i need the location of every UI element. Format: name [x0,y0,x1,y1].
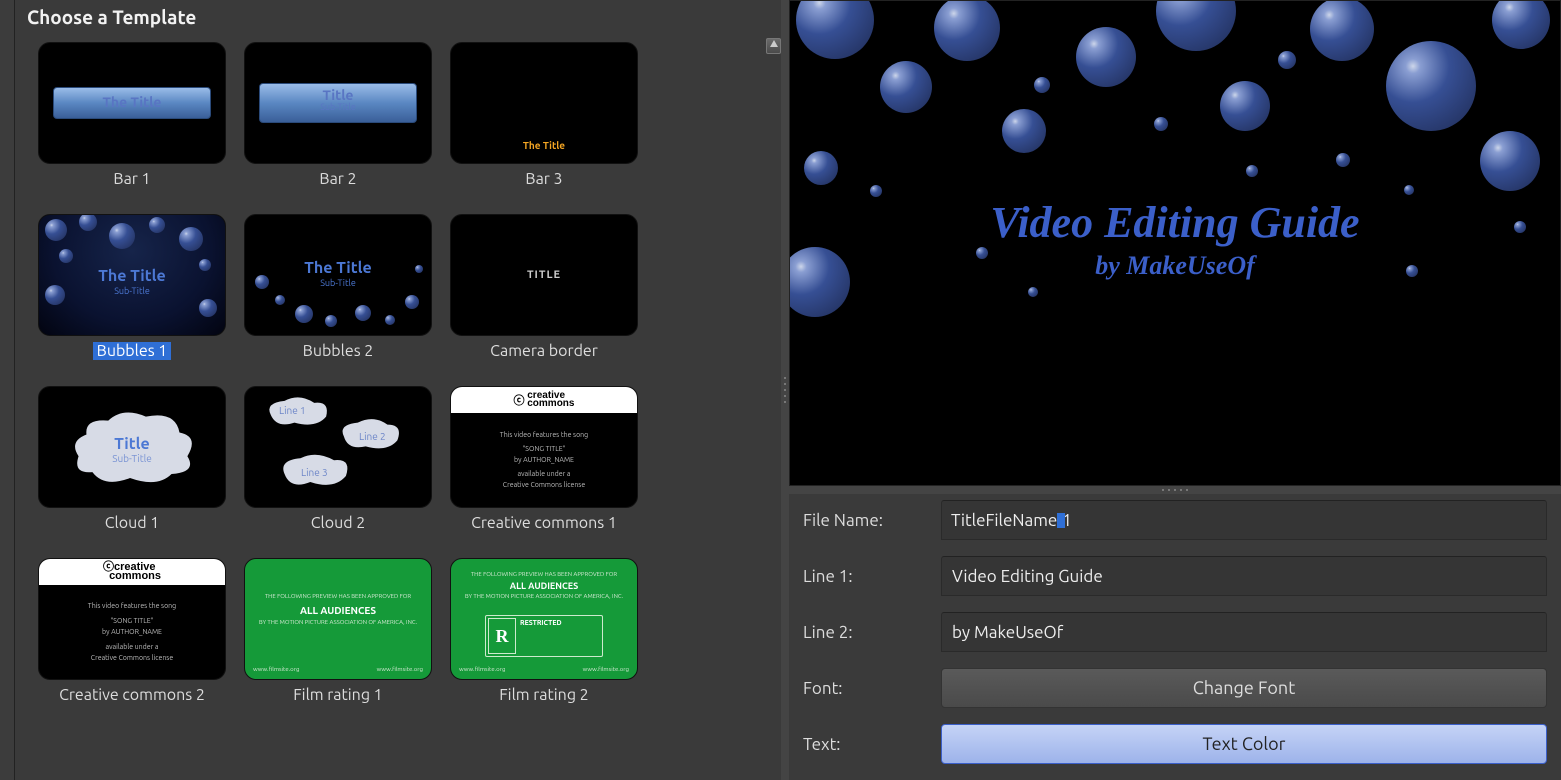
thumb-subtitle: Sub-Title [39,286,225,296]
fr-line: www.filmsite.org [459,666,505,673]
fr-line: ALL AUDIENCES [255,605,421,616]
rating-letter: R [488,618,516,654]
thumb-title: Title [39,435,225,453]
template-label: Cloud 1 [101,514,164,532]
template-label: Camera border [486,342,602,360]
fr-line: www.filmsite.org [253,666,299,673]
cc-line: "SONG TITLE" [522,444,565,455]
template-item-bar-2[interactable]: Title Sub-Title Bar 2 [239,42,437,188]
cc-line: by AUTHOR_NAME [514,455,574,466]
template-item-bubbles-2[interactable]: The Title Sub-Title Bubbles 2 [239,214,437,360]
template-item-creative-commons-1[interactable]: ⓒ creativecommons This video features th… [445,386,643,532]
template-item-film-rating-1[interactable]: THE FOLLOWING PREVIEW HAS BEEN APPROVED … [239,558,437,704]
template-scrollbar[interactable] [766,38,781,778]
template-item-bar-1[interactable]: The Title Bar 1 [33,42,231,188]
template-label: Creative commons 2 [55,686,209,704]
preview-panel: Video Editing Guide by MakeUseOf File Na… [789,0,1561,780]
template-item-film-rating-2[interactable]: THE FOLLOWING PREVIEW HAS BEEN APPROVED … [445,558,643,704]
thumb-title: The Title [39,94,225,110]
font-label: Font: [803,679,933,698]
template-label: Bar 2 [315,170,360,188]
cc-line: available under a [106,642,159,653]
template-item-camera-border[interactable]: TITLE Camera border [445,214,643,360]
fr-line: ALL AUDIENCES [461,581,627,591]
preview-title: Video Editing Guide [790,197,1560,248]
thumb-line2: Line 2 [359,431,386,442]
fr-line: THE FOLLOWING PREVIEW HAS BEEN APPROVED … [461,571,627,578]
template-label: Film rating 1 [289,686,386,704]
thumb-title: The Title [451,140,637,151]
fr-line: THE FOLLOWING PREVIEW HAS BEEN APPROVED … [255,593,421,600]
line1-input[interactable] [941,556,1547,596]
template-item-bar-3[interactable]: The Title Bar 3 [445,42,643,188]
thumb-subtitle: Sub-Title [245,102,431,112]
horizontal-splitter[interactable] [789,486,1561,494]
template-grid: The Title Bar 1 Title Sub-Title Bar 2 [33,34,779,704]
cc-line: available under a [518,469,571,480]
panel-title: Choose a Template [15,0,781,34]
template-label: Bar 3 [521,170,566,188]
template-item-creative-commons-2[interactable]: ⓒcreative commons This video features th… [33,558,231,704]
template-panel: Choose a Template The Title Bar 1 Title [15,0,781,780]
preview-subtitle: by MakeUseOf [790,251,1560,281]
rating-text: RESTRICTED [520,619,562,627]
vertical-splitter[interactable] [781,0,789,780]
line1-label: Line 1: [803,567,933,586]
template-label: Creative commons 1 [467,514,621,532]
file-name-label: File Name: [803,511,933,530]
fr-line: www.filmsite.org [583,666,629,673]
left-tool-strip [0,0,15,780]
template-item-bubbles-1[interactable]: The Title Sub-Title Bubbles 1 [33,214,231,360]
cc-line: by AUTHOR_NAME [102,627,162,638]
thumb-subtitle: Sub-Title [39,453,225,464]
template-item-cloud-2[interactable]: Line 1 Line 2 Line 3 Cloud 2 [239,386,437,532]
fr-line: BY THE MOTION PICTURE ASSOCIATION OF AME… [255,619,421,626]
cc-line: This video features the song [500,430,588,441]
template-label: Bubbles 2 [299,342,378,360]
file-name-input[interactable] [941,500,1547,540]
template-item-cloud-1[interactable]: Title Sub-Title Cloud 1 [33,386,231,532]
thumb-line1: Line 1 [279,405,306,416]
template-label: Bar 1 [109,170,154,188]
template-label: Cloud 2 [307,514,370,532]
thumb-subtitle: Sub-Title [245,278,431,288]
fr-line: BY THE MOTION PICTURE ASSOCIATION OF AME… [461,593,627,600]
title-preview: Video Editing Guide by MakeUseOf [789,0,1561,486]
change-font-button-label: Change Font [1193,678,1296,698]
line2-label: Line 2: [803,623,933,642]
properties-form: File Name: TitleFileName-1 Line 1: Line … [789,494,1561,764]
thumb-title: Title [245,87,431,103]
template-label: Bubbles 1 [93,342,172,360]
text-color-button-label: Text Color [1203,734,1286,754]
cc-line: "SONG TITLE" [110,616,153,627]
cc-logo-icon: ⓒ [514,392,528,408]
template-label: Film rating 2 [495,686,592,704]
cc-line: This video features the song [88,601,176,612]
cc-line: Creative Commons license [503,480,585,491]
thumb-title: The Title [245,259,431,277]
line2-input[interactable] [941,612,1547,652]
fr-line: www.filmsite.org [377,666,423,673]
text-label: Text: [803,735,933,754]
text-color-button[interactable]: Text Color [941,724,1547,764]
thumb-title: The Title [39,267,225,285]
cc-line: Creative Commons license [91,653,173,664]
thumb-title: TITLE [451,269,637,281]
change-font-button[interactable]: Change Font [941,668,1547,708]
thumb-line3: Line 3 [301,467,328,478]
